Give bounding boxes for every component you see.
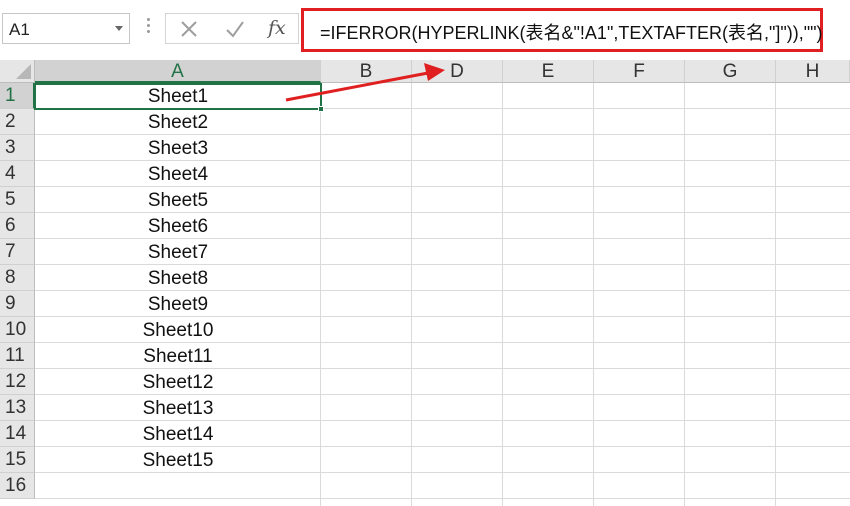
cell-a15[interactable]: Sheet15 xyxy=(35,447,321,473)
column-header-h[interactable]: H xyxy=(776,60,850,83)
cell-a4[interactable]: Sheet4 xyxy=(35,161,321,187)
formula-controls: fx xyxy=(165,13,299,44)
row-header-15[interactable]: 15 xyxy=(0,447,35,473)
drag-handle-icon[interactable] xyxy=(147,18,151,38)
row-header-7[interactable]: 7 xyxy=(0,239,35,265)
row-header-1[interactable]: 1 xyxy=(0,83,35,109)
cell-a16[interactable] xyxy=(35,473,321,499)
cell-a9[interactable]: Sheet9 xyxy=(35,291,321,317)
active-cell-a1[interactable] xyxy=(34,83,322,110)
cell-a2[interactable]: Sheet2 xyxy=(35,109,321,135)
cell-a8[interactable]: Sheet8 xyxy=(35,265,321,291)
cell-a6[interactable]: Sheet6 xyxy=(35,213,321,239)
column-header-b[interactable]: B xyxy=(321,60,412,83)
cell-a12[interactable]: Sheet12 xyxy=(35,369,321,395)
row-header-16[interactable]: 16 xyxy=(0,473,35,499)
row-header-11[interactable]: 11 xyxy=(0,343,35,369)
cell-a5[interactable]: Sheet5 xyxy=(35,187,321,213)
fill-handle[interactable] xyxy=(318,106,324,112)
column-divider xyxy=(502,83,503,506)
column-header-g[interactable]: G xyxy=(685,60,776,83)
insert-function-icon[interactable]: fx xyxy=(268,17,286,39)
column-header-f[interactable]: F xyxy=(594,60,685,83)
chevron-down-icon[interactable] xyxy=(115,26,123,31)
column-header-e[interactable]: E xyxy=(503,60,594,83)
formula-input[interactable]: =IFERROR(HYPERLINK(表名&"!A1",TEXTAFTER(表名… xyxy=(301,8,823,52)
formula-bar-area: A1 fx =IFERROR(HYPERLINK(表名&"!A1",TEXTAF… xyxy=(0,0,850,60)
row-header-4[interactable]: 4 xyxy=(0,161,35,187)
row-header-12[interactable]: 12 xyxy=(0,369,35,395)
name-box[interactable]: A1 xyxy=(2,13,130,44)
cell-a10[interactable]: Sheet10 xyxy=(35,317,321,343)
column-header-a[interactable]: A xyxy=(35,60,321,83)
column-divider xyxy=(411,83,412,506)
row-header-10[interactable]: 10 xyxy=(0,317,35,343)
cell-a3[interactable]: Sheet3 xyxy=(35,135,321,161)
row-header-14[interactable]: 14 xyxy=(0,421,35,447)
column-divider xyxy=(775,83,776,506)
cell-a14[interactable]: Sheet14 xyxy=(35,421,321,447)
column-header-d[interactable]: D xyxy=(412,60,503,83)
column-divider xyxy=(684,83,685,506)
check-icon[interactable] xyxy=(225,20,245,38)
row-header-2[interactable]: 2 xyxy=(0,109,35,135)
row-header-6[interactable]: 6 xyxy=(0,213,35,239)
column-divider xyxy=(593,83,594,506)
cancel-icon[interactable] xyxy=(180,20,198,38)
spreadsheet-grid: A B D E F G H 1 Sheet1 2 Sheet2 3 Sheet3 4 Shee… xyxy=(0,60,850,506)
row-header-5[interactable]: 5 xyxy=(0,187,35,213)
row-header-8[interactable]: 8 xyxy=(0,265,35,291)
name-box-value: A1 xyxy=(9,20,30,39)
select-all-button[interactable] xyxy=(0,60,35,83)
cell-a7[interactable]: Sheet7 xyxy=(35,239,321,265)
row-header-9[interactable]: 9 xyxy=(0,291,35,317)
formula-text: =IFERROR(HYPERLINK(表名&"!A1",TEXTAFTER(表名… xyxy=(320,23,823,43)
cell-a13[interactable]: Sheet13 xyxy=(35,395,321,421)
cell-a11[interactable]: Sheet11 xyxy=(35,343,321,369)
row-header-3[interactable]: 3 xyxy=(0,135,35,161)
row-header-13[interactable]: 13 xyxy=(0,395,35,421)
